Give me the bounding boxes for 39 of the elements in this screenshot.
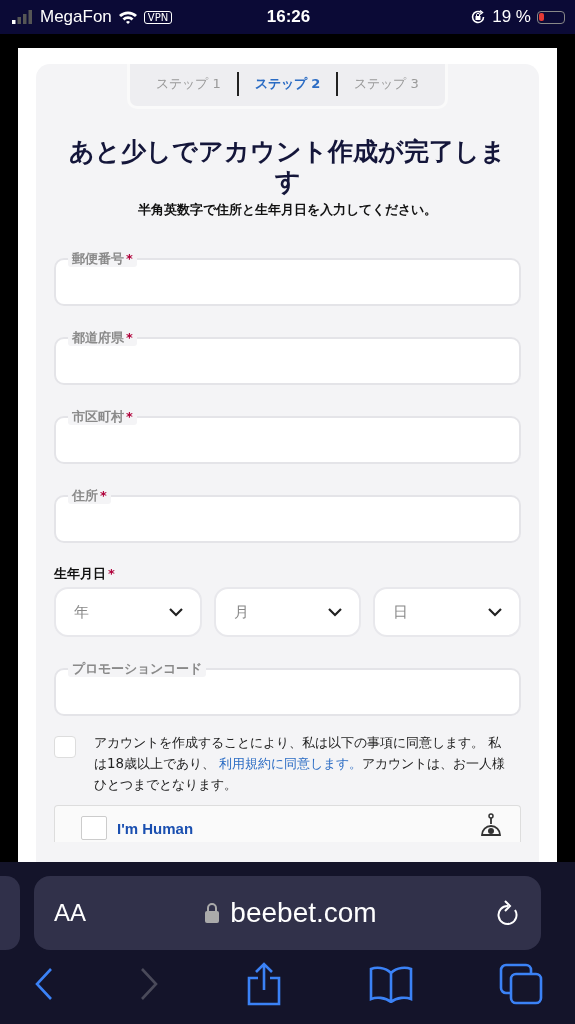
battery-percent: 19 % [492,7,531,27]
address-bar[interactable]: AA beebet.com [34,876,541,950]
rotation-lock-icon [470,9,487,25]
field-label: プロモーションコード [68,661,206,677]
battery-icon [537,10,565,24]
field-label: 住所* [68,488,111,504]
page-subtitle: 半角英数字で住所と生年月日を入力してください。 [137,201,438,219]
page-title: あと少しでアカウント作成が完了します [68,137,507,197]
field-label: 市区町村* [68,409,137,425]
step-tab[interactable]: ステップ 2 [254,75,321,93]
wifi-icon [117,10,138,24]
field-label: 都道府県* [68,330,137,346]
carrier-name: MegaFon [40,7,112,27]
tabs-icon[interactable] [499,963,543,1005]
chevron-down-icon [327,607,344,617]
vpn-badge: VPN [143,10,173,24]
consent-text: アカウントを作成することにより、私は以下の事項に同意します。 私は18歳以上であり、 利用規約に同意します。アカウントは、お一人様ひとつまでとなります。 [94,734,507,794]
lock-icon [204,902,221,924]
field-label: 郵便番号* [68,251,137,267]
captcha-label: I'm Human [117,819,195,837]
signal-icon [12,10,34,24]
dropdown-select[interactable]: 月 [213,587,362,637]
chevron-down-icon [487,607,503,617]
forward-icon[interactable] [139,967,160,1001]
step-tab[interactable]: ステップ 1 [156,75,221,93]
dropdown-select[interactable]: 年 [54,587,202,637]
chevron-down-icon [167,607,184,617]
url-text: beebet.com [230,897,377,929]
book-icon[interactable] [367,965,414,1003]
birthdate-label: 生年月日* [54,565,116,583]
captcha-checkbox[interactable] [81,816,107,840]
step-tab[interactable]: ステップ 3 [354,75,419,93]
back-icon[interactable] [34,967,54,1001]
dropdown-select[interactable]: 日 [373,587,521,637]
text-size-button[interactable]: AA [54,899,86,927]
checkbox[interactable] [54,736,76,758]
previous-tab-preview[interactable] [0,876,20,950]
terms-link[interactable]: 利用規約に同意します。 [219,756,363,771]
clock-time: 16:26 [266,7,311,27]
